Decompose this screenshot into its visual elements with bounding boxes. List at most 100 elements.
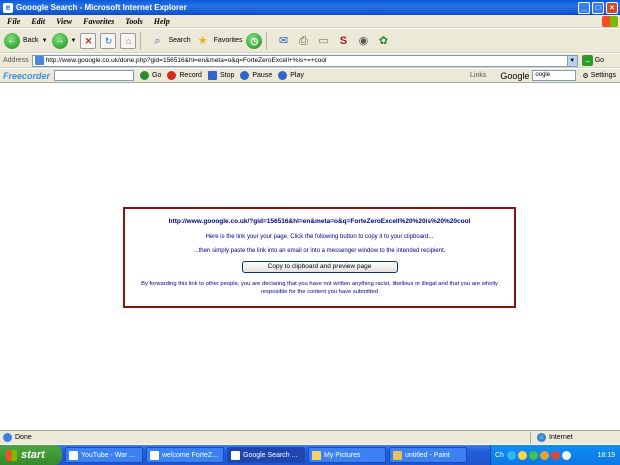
taskbar-item-paint[interactable]: untitled - Paint [389, 447, 467, 463]
play-button[interactable]: Play [278, 71, 304, 80]
menu-edit[interactable]: Edit [31, 17, 45, 26]
paint-icon [393, 450, 402, 460]
tray-icon[interactable] [561, 450, 571, 460]
record-label: Record [179, 72, 202, 79]
home-icon: ⌂ [120, 32, 137, 49]
home-button[interactable]: ⌂ [120, 32, 137, 49]
freecorder-go-label: Go [152, 72, 162, 79]
address-input[interactable]: http://www.gooogle.co.uk/done.php?gid=15… [31, 54, 578, 67]
stop-icon: ✕ [80, 32, 97, 49]
close-button[interactable]: × [606, 1, 618, 14]
start-button[interactable]: start [0, 445, 62, 465]
windows-flag-icon [6, 449, 17, 461]
freecorder-go-button[interactable]: Go [140, 71, 161, 80]
share-link-url[interactable]: http://www.gooogle.co.uk/?gid=156516&hl=… [125, 218, 514, 225]
history-button[interactable]: ◷ [246, 32, 263, 49]
start-label: start [21, 449, 45, 461]
taskbar: start YouTube - War ... welcome ForteZ..… [0, 445, 620, 465]
chevron-down-icon[interactable]: ▼ [42, 38, 48, 44]
taskbar-item-google-search[interactable]: Google Search ... [227, 447, 305, 463]
menu-tools[interactable]: Tools [125, 17, 143, 26]
status-label: Done [15, 434, 32, 441]
globe-icon [537, 433, 546, 442]
toolbar-separator [266, 31, 268, 50]
back-arrow-icon: ← [4, 32, 20, 49]
favorites-label: Favorites [213, 37, 243, 44]
ie-icon: e [3, 2, 13, 13]
taskbar-item-welcome[interactable]: welcome ForteZ... [146, 447, 224, 463]
taskbar-item-label: welcome ForteZ... [162, 451, 219, 459]
tray-icon[interactable] [528, 450, 538, 460]
toolbar-separator [140, 31, 142, 50]
forward-button[interactable]: → ▼ [51, 32, 77, 49]
pause-button[interactable]: Pause [240, 71, 272, 80]
stop-icon [207, 71, 217, 80]
share-link-box: http://www.gooogle.co.uk/?gid=156516&hl=… [123, 207, 516, 308]
maximize-button[interactable]: □ [592, 1, 604, 14]
status-text: Done [3, 433, 530, 442]
legal-disclaimer: By forwarding this link to other people,… [141, 281, 498, 295]
windows-logo-icon [602, 15, 618, 27]
go-button[interactable]: → Go [581, 55, 605, 66]
extension-toolbar: Freecorder Go Record Stop Pause Play Lin… [0, 69, 620, 83]
copy-to-clipboard-button[interactable]: Copy to clipboard and preview page [241, 261, 398, 273]
language-indicator[interactable]: Ch [495, 452, 504, 459]
go-arrow-icon: → [581, 55, 593, 66]
chevron-down-icon[interactable]: ▼ [566, 55, 577, 66]
print-icon[interactable]: ⎙ [295, 33, 311, 49]
gear-icon: ⚙ [582, 72, 589, 80]
taskbar-item-my-pictures[interactable]: My Pictures [308, 447, 386, 463]
menu-file[interactable]: File [7, 17, 20, 26]
play-label: Play [290, 72, 304, 79]
freecorder-search-input[interactable] [54, 70, 135, 81]
pause-label: Pause [252, 72, 273, 79]
taskbar-item-youtube[interactable]: YouTube - War ... [65, 447, 143, 463]
google-logo: Google [500, 70, 530, 81]
messenger-icon[interactable]: ◉ [355, 33, 371, 49]
play-icon [278, 71, 288, 80]
address-url[interactable]: http://www.gooogle.co.uk/done.php?gid=15… [46, 57, 567, 64]
back-label: Back [23, 37, 39, 44]
clock: 18:19 [597, 451, 615, 459]
ie-icon [69, 450, 78, 460]
mail-icon[interactable]: ✉ [275, 33, 291, 49]
address-label: Address [3, 57, 29, 64]
links-menu[interactable]: Links [470, 72, 486, 79]
menu-favorites[interactable]: Favorites [83, 17, 114, 26]
edit-icon[interactable]: ▭ [315, 33, 331, 49]
tray-icon[interactable] [517, 450, 527, 460]
settings-button[interactable]: ⚙ Settings [582, 72, 616, 80]
stop-button[interactable]: ✕ [80, 32, 97, 49]
paste-instruction-text: ...then simply paste the link into an em… [193, 248, 446, 254]
record-icon [167, 71, 177, 80]
go-label: Go [594, 57, 605, 64]
minimize-button[interactable]: _ [578, 1, 590, 14]
chevron-down-icon[interactable]: ▼ [71, 38, 77, 44]
refresh-button[interactable]: ↻ [100, 32, 117, 49]
search-icon: ⌕ [154, 34, 161, 47]
ie-icon [231, 450, 240, 460]
settings-label: Settings [590, 72, 616, 79]
ie-icon [150, 450, 159, 460]
skype-icon[interactable]: S [335, 33, 351, 49]
zone-label: Internet [549, 434, 573, 441]
research-icon[interactable]: ✿ [375, 33, 391, 49]
forward-arrow-icon: → [51, 32, 68, 49]
search-button[interactable]: ⌕ Search [149, 33, 190, 49]
security-zone: Internet [530, 431, 620, 444]
tray-icon[interactable] [506, 450, 516, 460]
refresh-icon: ↻ [100, 32, 117, 49]
menu-view[interactable]: View [56, 17, 72, 26]
record-button[interactable]: Record [167, 71, 202, 80]
google-search-input[interactable]: oogle [532, 70, 577, 81]
page-status-icon [3, 433, 12, 442]
tray-icon[interactable] [550, 450, 560, 460]
go-icon [140, 71, 150, 80]
menu-help[interactable]: Help [154, 17, 170, 26]
favorites-button[interactable]: ★ Favorites [195, 33, 243, 49]
tray-icon[interactable] [539, 450, 549, 460]
back-button[interactable]: ← Back ▼ [4, 32, 48, 49]
standard-toolbar: ← Back ▼ → ▼ ✕ ↻ ⌂ ⌕ Search ★ Favorites … [0, 29, 620, 53]
stop-record-button[interactable]: Stop [207, 71, 234, 80]
taskbar-item-label: Google Search ... [243, 451, 298, 459]
